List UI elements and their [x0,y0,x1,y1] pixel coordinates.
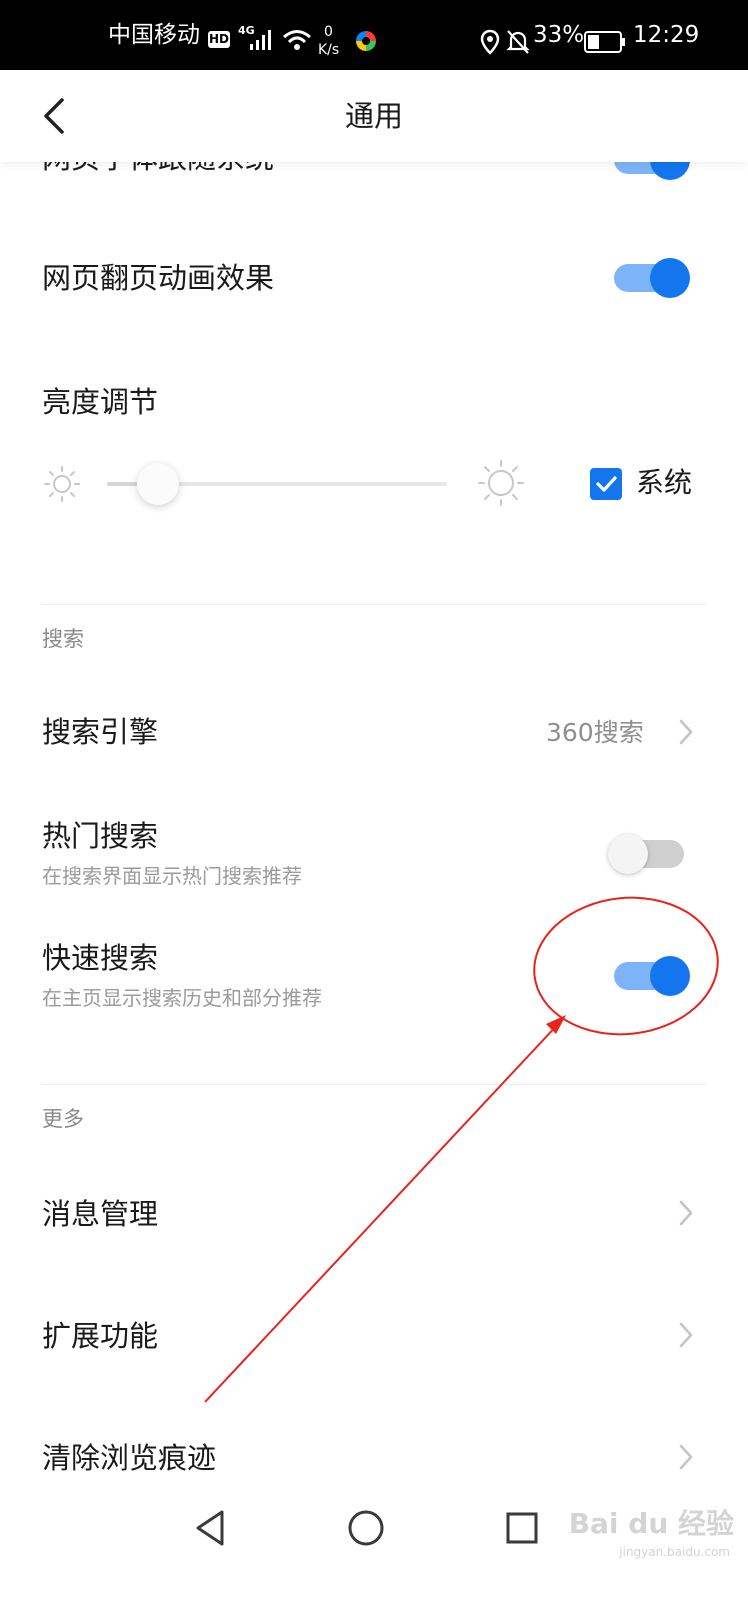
hd-icon: HD [208,31,230,48]
clock: 12:29 [633,22,700,48]
watermark: Bai du 经验 [568,1507,734,1540]
battery-percent: 33% [533,22,585,48]
wifi-icon [283,30,311,50]
quick-search-toggle[interactable] [610,954,690,998]
app-icon [356,31,376,51]
net-speed-value: 0 [324,24,333,40]
brightness-slider-thumb[interactable] [137,463,179,505]
recents-square-icon[interactable] [492,1498,552,1558]
hot-search-description: 在搜索界面显示热门搜索推荐 [42,864,302,888]
battery-icon [584,31,625,53]
location-icon [480,29,500,55]
app-header: 通用 [0,70,748,162]
message-management-label: 消息管理 [42,1197,159,1231]
settings-list: 网页字体跟随系统 网页翻页动画效果 亮度调节 [0,162,748,1520]
signal-icon [250,30,271,50]
chevron-right-icon [679,1444,693,1470]
more-section-title: 更多 [42,1107,84,1131]
quick-search-description: 在主页显示搜索历史和部分推荐 [42,986,322,1010]
page-flip-animation-label: 网页翻页动画效果 [42,261,275,295]
extensions-label: 扩展功能 [42,1319,159,1353]
brightness-low-icon [44,466,80,502]
brightness-high-icon [478,460,524,506]
system-brightness-label: 系统 [636,466,693,499]
search-engine-value: 360搜索 [546,718,644,747]
mute-bell-icon [506,30,530,54]
search-engine-label: 搜索引擎 [42,715,159,749]
status-bar: 中国移动 HD 4G 0 K/s 33% 12:29 [0,0,748,70]
clear-history-label: 清除浏览痕迹 [42,1441,217,1475]
brightness-slider[interactable] [107,463,447,505]
checkmark-icon [596,476,617,492]
font-follow-system-toggle[interactable] [610,162,690,182]
back-triangle-icon[interactable] [182,1498,242,1558]
page-flip-animation-toggle[interactable] [610,256,690,300]
system-brightness-checkbox[interactable] [590,468,622,500]
font-follow-system-label: 网页字体跟随系统 [42,162,274,176]
home-circle-icon[interactable] [336,1498,396,1558]
page-title: 通用 [344,99,403,133]
brightness-label: 亮度调节 [42,385,159,419]
divider [42,604,706,605]
divider [42,1084,706,1085]
quick-search-label: 快速搜索 [42,941,159,975]
chevron-right-icon [679,1200,693,1226]
chevron-right-icon [679,719,693,745]
chevron-right-icon [679,1322,693,1348]
carrier-name: 中国移动 [108,22,200,48]
net-speed-unit: K/s [318,42,340,58]
hot-search-label: 热门搜索 [42,819,159,853]
hot-search-toggle[interactable] [608,832,688,876]
search-section-title: 搜索 [42,627,84,651]
watermark-url: jingyan.baidu.com [619,1545,730,1559]
